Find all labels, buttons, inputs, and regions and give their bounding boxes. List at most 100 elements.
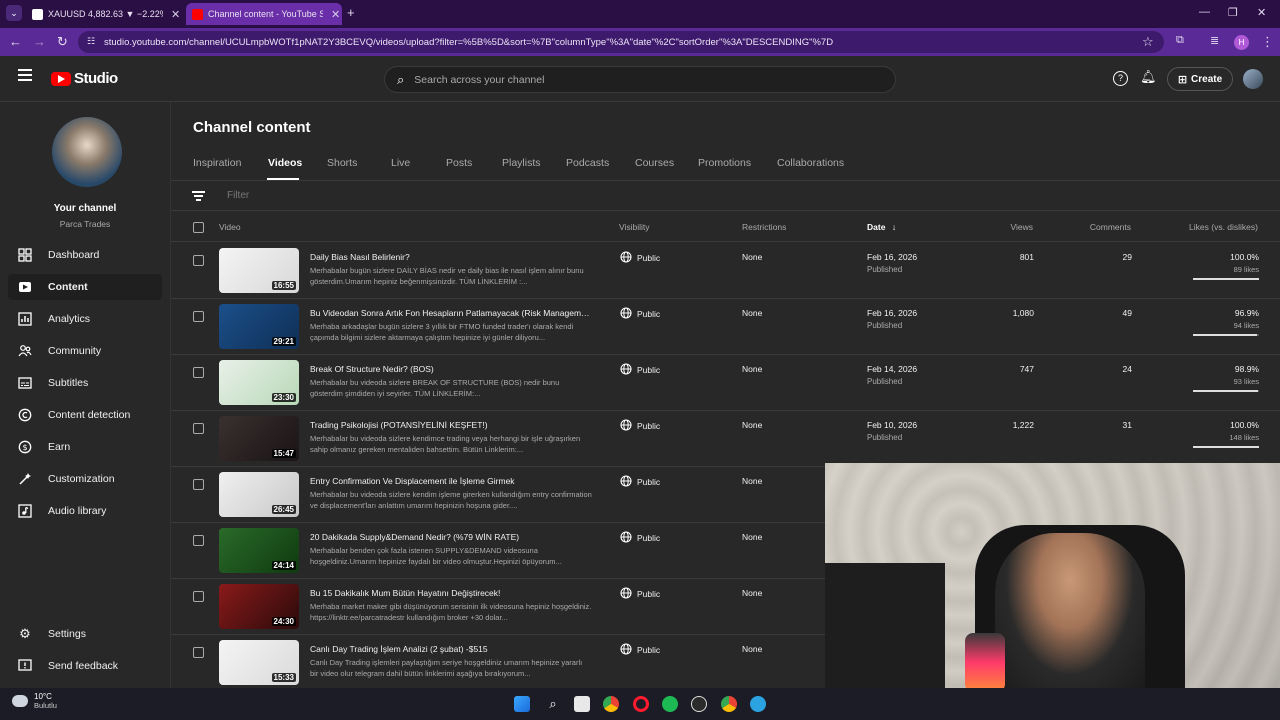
obs-icon[interactable] [691, 696, 707, 712]
video-title[interactable]: Bu Videodan Sonra Artık Fon Hesapların P… [310, 308, 592, 318]
tab-podcasts[interactable]: Podcasts [566, 157, 609, 169]
row-checkbox[interactable] [193, 535, 204, 546]
tab-list-icon[interactable]: ⌄ [6, 5, 22, 21]
column-header-date[interactable]: Date ↓ [867, 222, 896, 232]
visibility-cell[interactable]: Public [620, 363, 660, 377]
visibility-cell[interactable]: Public [620, 531, 660, 545]
column-header-restrictions[interactable]: Restrictions [742, 222, 786, 232]
video-thumbnail[interactable]: 29:21 [219, 304, 299, 349]
weather-widget[interactable]: 10°C Bulutlu [12, 692, 57, 710]
video-thumbnail[interactable]: 26:45 [219, 472, 299, 517]
notifications-bell-icon[interactable]: 🔔︎ [1140, 69, 1157, 85]
table-row[interactable]: 29:21 Bu Videodan Sonra Artık Fon Hesapla… [171, 299, 1280, 355]
select-all-checkbox[interactable] [193, 222, 204, 233]
column-header-comments[interactable]: Comments [1090, 222, 1131, 232]
bookmark-star-icon[interactable]: ☆ [1142, 34, 1154, 50]
table-row[interactable]: 16:55 Daily Bias Nasıl Belirlenir? Merhaba… [171, 243, 1280, 299]
sidebar-item-subtitles[interactable]: Subtitles [8, 370, 162, 396]
row-checkbox[interactable] [193, 479, 204, 490]
help-icon[interactable]: ? [1113, 71, 1128, 86]
tab-courses[interactable]: Courses [635, 157, 674, 169]
column-header-visibility[interactable]: Visibility [619, 222, 650, 232]
minimize-icon[interactable]: — [1199, 6, 1210, 18]
account-avatar[interactable] [1243, 69, 1263, 89]
video-title[interactable]: 20 Dakikada Supply&Demand Nedir? (%79 Wİ… [310, 532, 592, 542]
browser-menu-icon[interactable]: ⋮ [1261, 34, 1274, 50]
close-tab-icon[interactable]: ✕ [331, 8, 340, 21]
column-header-likes[interactable]: Likes (vs. dislikes) [1189, 222, 1258, 232]
sidebar-item-content[interactable]: Content [8, 274, 162, 300]
row-checkbox[interactable] [193, 311, 204, 322]
table-row[interactable]: 23:30 Break Of Structure Nedir? (BOS) Merh… [171, 355, 1280, 411]
sidebar-item-customization[interactable]: Customization [8, 466, 162, 492]
video-thumbnail[interactable]: 15:47 [219, 416, 299, 461]
profile-avatar[interactable]: H [1234, 35, 1249, 50]
tab-promotions[interactable]: Promotions [698, 157, 751, 169]
video-thumbnail[interactable]: 23:30 [219, 360, 299, 405]
browser-tab-youtube-studio[interactable]: Channel content - YouTube Stu ✕ [186, 3, 342, 25]
spotify-icon[interactable] [662, 696, 678, 712]
visibility-cell[interactable]: Public [620, 587, 660, 601]
close-tab-icon[interactable]: ✕ [171, 8, 180, 21]
sidebar-item-send-feedback[interactable]: Send feedback [8, 653, 162, 679]
studio-logo[interactable]: Studio [51, 70, 118, 87]
tab-posts[interactable]: Posts [446, 157, 472, 169]
reading-list-icon[interactable]: ≣ [1210, 34, 1219, 47]
channel-avatar[interactable] [52, 117, 122, 187]
video-title[interactable]: Canlı Day Trading İşlem Analizi (2 şubat… [310, 644, 592, 654]
visibility-cell[interactable]: Public [620, 251, 660, 265]
create-button[interactable]: ⊞ Create [1167, 67, 1233, 91]
forward-icon[interactable]: → [33, 34, 46, 49]
filter-bar[interactable]: Filter [171, 181, 1280, 211]
reload-icon[interactable]: ↻ [57, 34, 68, 50]
visibility-cell[interactable]: Public [620, 307, 660, 321]
tab-shorts[interactable]: Shorts [327, 157, 357, 169]
opera-icon[interactable] [633, 696, 649, 712]
comments-cell[interactable]: 31 [1123, 420, 1132, 430]
sidebar-item-community[interactable]: Community [8, 338, 162, 364]
taskbar-search-icon[interactable]: ⌕ [545, 696, 561, 712]
file-explorer-icon[interactable] [574, 696, 590, 712]
site-info-icon[interactable]: ☷ [87, 36, 95, 47]
row-checkbox[interactable] [193, 255, 204, 266]
tab-playlists[interactable]: Playlists [502, 157, 541, 169]
sidebar-item-analytics[interactable]: Analytics [8, 306, 162, 332]
visibility-cell[interactable]: Public [620, 475, 660, 489]
sidebar-item-earn[interactable]: $ Earn [8, 434, 162, 460]
hamburger-menu-icon[interactable] [18, 69, 32, 81]
video-thumbnail[interactable]: 24:14 [219, 528, 299, 573]
row-checkbox[interactable] [193, 591, 204, 602]
table-row[interactable]: 15:47 Trading Psikolojisi (POTANSİYELİNİ … [171, 411, 1280, 467]
tab-collaborations[interactable]: Collaborations [777, 157, 844, 169]
video-thumbnail[interactable]: 24:30 [219, 584, 299, 629]
row-checkbox[interactable] [193, 367, 204, 378]
video-thumbnail[interactable]: 16:55 [219, 248, 299, 293]
video-title[interactable]: Break Of Structure Nedir? (BOS) [310, 364, 592, 374]
sidebar-item-settings[interactable]: ⚙ Settings [8, 621, 162, 647]
telegram-icon[interactable] [750, 696, 766, 712]
sidebar-item-dashboard[interactable]: Dashboard [8, 242, 162, 268]
row-checkbox[interactable] [193, 423, 204, 434]
video-title[interactable]: Daily Bias Nasıl Belirlenir? [310, 252, 592, 262]
address-bar[interactable]: ☷ studio.youtube.com/channel/UCULmpbWOTf… [78, 31, 1164, 53]
filter-input[interactable]: Filter [227, 190, 249, 201]
browser-tab-xauusd[interactable]: XAUUSD 4,882.63 ▼ −2.22% Pa ✕ [26, 3, 181, 25]
video-thumbnail[interactable]: 15:33 [219, 640, 299, 685]
maximize-icon[interactable]: ❐ [1228, 6, 1238, 19]
search-box[interactable]: ⌕ Search across your channel [384, 66, 896, 93]
browser-app-icon[interactable] [721, 696, 737, 712]
windows-start-icon[interactable] [514, 696, 530, 712]
chrome-icon[interactable] [603, 696, 619, 712]
sidebar-item-audio-library[interactable]: Audio library [8, 498, 162, 524]
new-tab-icon[interactable]: + [347, 5, 355, 20]
tab-inspiration[interactable]: Inspiration [193, 157, 241, 169]
tab-videos[interactable]: Videos [268, 157, 302, 169]
extensions-icon[interactable]: ⧉ [1176, 34, 1184, 47]
video-title[interactable]: Bu 15 Dakikalık Mum Bütün Hayatını Değiş… [310, 588, 592, 598]
comments-cell[interactable]: 49 [1123, 308, 1132, 318]
search-input[interactable]: Search across your channel [414, 74, 544, 86]
row-checkbox[interactable] [193, 647, 204, 658]
sidebar-item-content-detection[interactable]: Content detection [8, 402, 162, 428]
video-title[interactable]: Trading Psikolojisi (POTANSİYELİNİ KEŞFE… [310, 420, 592, 430]
visibility-cell[interactable]: Public [620, 643, 660, 657]
